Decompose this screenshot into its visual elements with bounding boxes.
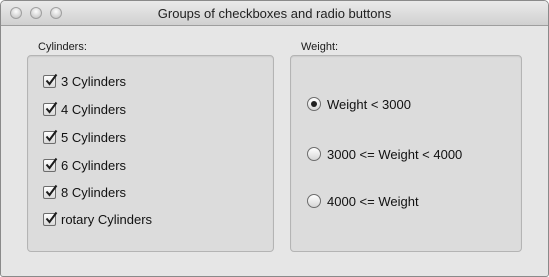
app-window: Groups of checkboxes and radio buttons C… <box>0 0 549 277</box>
radio-weight-lt-3000[interactable]: Weight < 3000 <box>307 95 411 113</box>
checkbox-label: rotary Cylinders <box>61 211 153 227</box>
title-bar: Groups of checkboxes and radio buttons <box>1 1 548 26</box>
checkbox-label: 8 Cylinders <box>61 184 127 200</box>
radio-weight-gte-4000[interactable]: 4000 <= Weight <box>307 192 419 210</box>
radio-label: Weight < 3000 <box>327 96 411 112</box>
checkbox-checked-icon[interactable] <box>43 157 58 172</box>
checkbox-label: 3 Cylinders <box>61 73 127 89</box>
checkbox-3-cylinders[interactable]: 3 Cylinders <box>43 72 126 90</box>
checkbox-checked-icon[interactable] <box>43 184 58 199</box>
radio-selected-icon[interactable] <box>307 97 321 111</box>
checkbox-label: 6 Cylinders <box>61 157 127 173</box>
checkbox-checked-icon[interactable] <box>43 129 58 144</box>
checkbox-4-cylinders[interactable]: 4 Cylinders <box>43 100 126 118</box>
checkbox-checked-icon[interactable] <box>43 101 58 116</box>
radio-unselected-icon[interactable] <box>307 194 321 208</box>
radio-dot-icon <box>311 101 317 107</box>
checkbox-6-cylinders[interactable]: 6 Cylinders <box>43 156 126 174</box>
radio-label: 3000 <= Weight < 4000 <box>327 146 463 162</box>
radio-weight-3000-4000[interactable]: 3000 <= Weight < 4000 <box>307 145 462 163</box>
checkbox-label: 5 Cylinders <box>61 129 127 145</box>
checkbox-checked-icon[interactable] <box>43 211 58 226</box>
weight-group-label: Weight: <box>301 41 339 53</box>
checkbox-8-cylinders[interactable]: 8 Cylinders <box>43 183 126 201</box>
cylinders-group-label: Cylinders: <box>38 41 87 53</box>
checkbox-checked-icon[interactable] <box>43 73 58 88</box>
radio-label: 4000 <= Weight <box>327 193 419 209</box>
checkbox-rotary-cylinders[interactable]: rotary Cylinders <box>43 210 152 228</box>
checkbox-label: 4 Cylinders <box>61 101 127 117</box>
checkbox-5-cylinders[interactable]: 5 Cylinders <box>43 128 126 146</box>
window-title: Groups of checkboxes and radio buttons <box>157 6 392 21</box>
radio-unselected-icon[interactable] <box>307 147 321 161</box>
